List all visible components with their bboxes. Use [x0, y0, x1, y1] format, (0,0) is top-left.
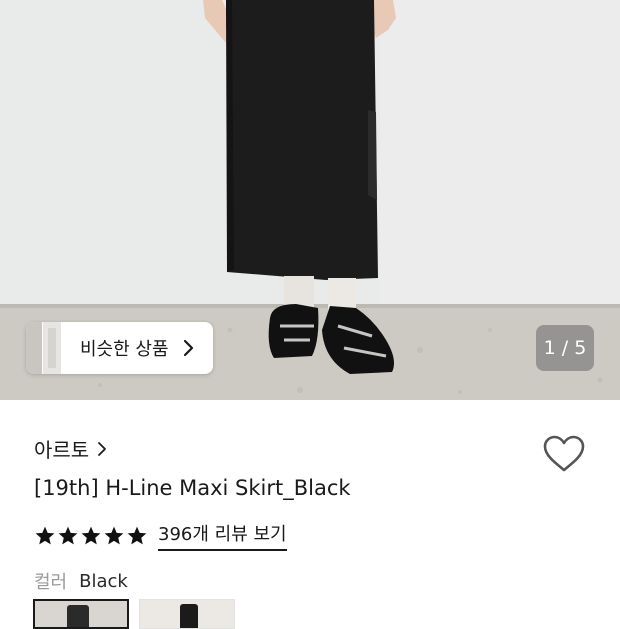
color-option: 컬러 Black: [34, 568, 128, 594]
color-swatch-selected[interactable]: [33, 599, 129, 629]
color-swatch[interactable]: [139, 599, 235, 629]
brand-link[interactable]: 아르토: [34, 434, 107, 463]
color-value: Black: [79, 570, 128, 592]
review-link[interactable]: 396개 리뷰 보기: [158, 520, 287, 551]
star-icon: [58, 526, 78, 544]
wishlist-heart-icon[interactable]: [542, 434, 586, 474]
star-icon: [104, 526, 124, 544]
star-rating: [34, 525, 149, 547]
rating-row: 396개 리뷰 보기: [34, 520, 287, 551]
chevron-right-icon: [183, 339, 197, 357]
star-icon: [35, 526, 55, 544]
product-image[interactable]: 비슷한 상품 1 / 5: [0, 0, 620, 400]
chevron-right-icon: [97, 441, 107, 457]
image-counter: 1 / 5: [536, 325, 594, 371]
product-title: [19th] H-Line Maxi Skirt_Black: [34, 476, 351, 500]
star-icon: [127, 526, 147, 544]
brand-name: 아르토: [34, 438, 90, 462]
similar-products-button[interactable]: 비슷한 상품: [26, 322, 213, 374]
similar-products-label: 비슷한 상품: [80, 339, 169, 360]
color-label: 컬러: [34, 572, 68, 593]
similar-products-thumbnails: [26, 322, 61, 374]
star-icon: [81, 526, 101, 544]
